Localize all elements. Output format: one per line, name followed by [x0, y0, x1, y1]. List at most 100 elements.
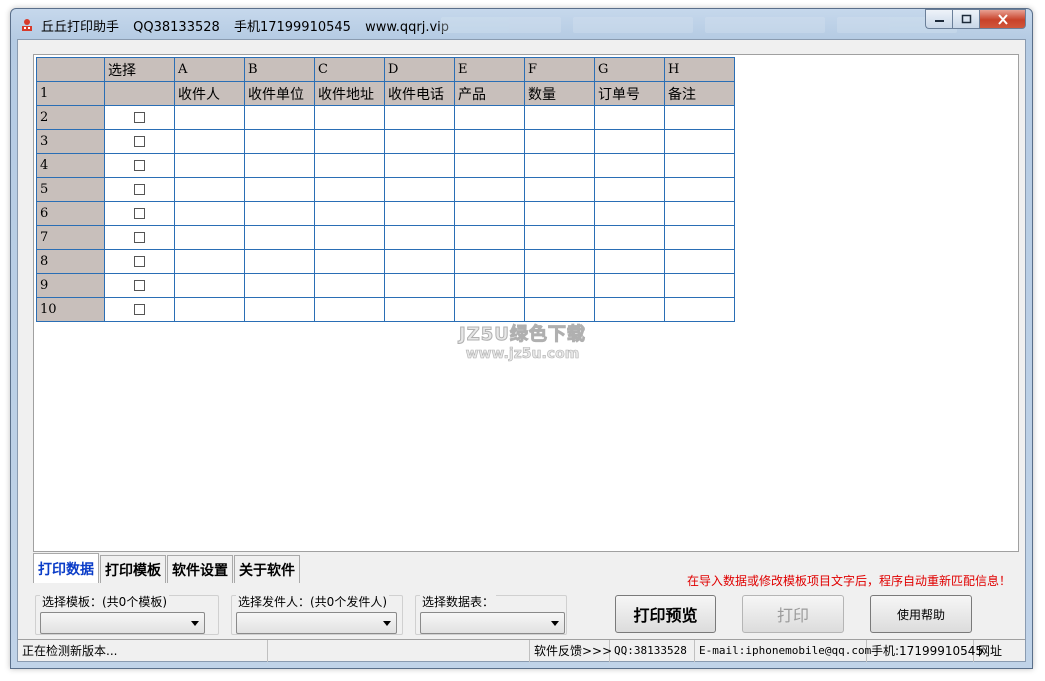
template-select[interactable]: [40, 612, 205, 634]
field-recipient-company[interactable]: 收件单位: [244, 81, 315, 106]
tab-print-template[interactable]: 打印模板: [100, 555, 166, 583]
table-cell[interactable]: [664, 249, 735, 274]
row-header[interactable]: 9: [36, 273, 105, 298]
data-grid[interactable]: 选择 A B C D E F G H 1 收件人 收件单位 收件地址 收件电话 …: [36, 57, 735, 322]
column-header-f[interactable]: F: [524, 57, 595, 82]
row-select-checkbox[interactable]: [134, 112, 145, 123]
table-cell[interactable]: [244, 153, 315, 178]
table-cell[interactable]: [174, 177, 245, 202]
table-cell[interactable]: [314, 129, 385, 154]
title-bar[interactable]: 丘丘打印助手 QQ38133528 手机17199910545 www.qqrj…: [11, 9, 1032, 39]
table-cell[interactable]: [244, 225, 315, 250]
table-cell[interactable]: [244, 297, 315, 322]
table-cell[interactable]: [524, 225, 595, 250]
table-cell[interactable]: [454, 105, 525, 130]
row-select-cell[interactable]: [104, 201, 175, 226]
table-cell[interactable]: [384, 225, 455, 250]
column-header-c[interactable]: C: [314, 57, 385, 82]
table-cell[interactable]: [314, 177, 385, 202]
table-cell[interactable]: [524, 177, 595, 202]
row-header[interactable]: 8: [36, 249, 105, 274]
field-recipient-address[interactable]: 收件地址: [314, 81, 385, 106]
column-header-d[interactable]: D: [384, 57, 455, 82]
table-cell[interactable]: [174, 273, 245, 298]
table-cell[interactable]: [244, 105, 315, 130]
row-select-checkbox[interactable]: [134, 232, 145, 243]
tab-print-data[interactable]: 打印数据: [33, 553, 99, 583]
tab-software-settings[interactable]: 软件设置: [167, 555, 233, 583]
row-select-checkbox[interactable]: [134, 280, 145, 291]
table-cell[interactable]: [664, 153, 735, 178]
table-cell[interactable]: [664, 201, 735, 226]
table-cell[interactable]: [314, 273, 385, 298]
row-select-checkbox[interactable]: [134, 304, 145, 315]
row-header[interactable]: 2: [36, 105, 105, 130]
row-select-cell[interactable]: [104, 225, 175, 250]
table-cell[interactable]: [314, 153, 385, 178]
row-header[interactable]: 4: [36, 153, 105, 178]
table-cell[interactable]: [594, 273, 665, 298]
row-header[interactable]: 10: [36, 297, 105, 322]
table-cell[interactable]: [384, 177, 455, 202]
column-header-a[interactable]: A: [174, 57, 245, 82]
table-cell[interactable]: [244, 129, 315, 154]
table-cell[interactable]: [244, 249, 315, 274]
table-cell[interactable]: [524, 249, 595, 274]
field-recipient-phone[interactable]: 收件电话: [384, 81, 455, 106]
table-cell[interactable]: [524, 129, 595, 154]
table-cell[interactable]: [174, 105, 245, 130]
row-select-cell[interactable]: [104, 105, 175, 130]
data-grid-panel[interactable]: 选择 A B C D E F G H 1 收件人 收件单位 收件地址 收件电话 …: [33, 54, 1019, 552]
help-button[interactable]: 使用帮助: [870, 595, 972, 633]
table-cell[interactable]: [174, 129, 245, 154]
tab-about[interactable]: 关于软件: [234, 555, 300, 583]
table-cell[interactable]: [314, 201, 385, 226]
table-cell[interactable]: [174, 153, 245, 178]
column-header-g[interactable]: G: [594, 57, 665, 82]
table-cell[interactable]: [594, 201, 665, 226]
row-select-cell[interactable]: [104, 249, 175, 274]
feedback-link[interactable]: 软件反馈>>>: [530, 639, 612, 662]
table-cell[interactable]: [524, 297, 595, 322]
table-cell[interactable]: [524, 153, 595, 178]
table-cell[interactable]: [454, 225, 525, 250]
table-cell[interactable]: [314, 225, 385, 250]
select-column-header[interactable]: 选择: [104, 57, 175, 82]
table-cell[interactable]: [454, 153, 525, 178]
table-cell[interactable]: [454, 177, 525, 202]
table-cell[interactable]: [174, 249, 245, 274]
table-cell[interactable]: [594, 153, 665, 178]
table-cell[interactable]: [454, 129, 525, 154]
minimize-button[interactable]: [925, 9, 952, 29]
column-header-b[interactable]: B: [244, 57, 315, 82]
field-select-cell[interactable]: [104, 81, 175, 106]
table-cell[interactable]: [524, 105, 595, 130]
table-cell[interactable]: [384, 297, 455, 322]
row-header[interactable]: 6: [36, 201, 105, 226]
table-cell[interactable]: [594, 249, 665, 274]
column-header-e[interactable]: E: [454, 57, 525, 82]
table-cell[interactable]: [384, 129, 455, 154]
data-table-select[interactable]: [420, 612, 565, 634]
table-cell[interactable]: [664, 129, 735, 154]
maximize-button[interactable]: [952, 9, 979, 29]
website-link[interactable]: 网址: [974, 640, 1025, 662]
field-quantity[interactable]: 数量: [524, 81, 595, 106]
table-cell[interactable]: [664, 105, 735, 130]
print-button[interactable]: 打印: [742, 595, 844, 633]
row-select-checkbox[interactable]: [134, 184, 145, 195]
row-select-checkbox[interactable]: [134, 256, 145, 267]
table-cell[interactable]: [594, 105, 665, 130]
table-cell[interactable]: [174, 297, 245, 322]
row-select-cell[interactable]: [104, 129, 175, 154]
table-cell[interactable]: [454, 249, 525, 274]
row-select-cell[interactable]: [104, 153, 175, 178]
field-recipient[interactable]: 收件人: [174, 81, 245, 106]
table-cell[interactable]: [454, 297, 525, 322]
table-cell[interactable]: [454, 273, 525, 298]
table-cell[interactable]: [384, 273, 455, 298]
table-cell[interactable]: [664, 225, 735, 250]
table-cell[interactable]: [314, 249, 385, 274]
table-cell[interactable]: [664, 177, 735, 202]
row-header[interactable]: 7: [36, 225, 105, 250]
